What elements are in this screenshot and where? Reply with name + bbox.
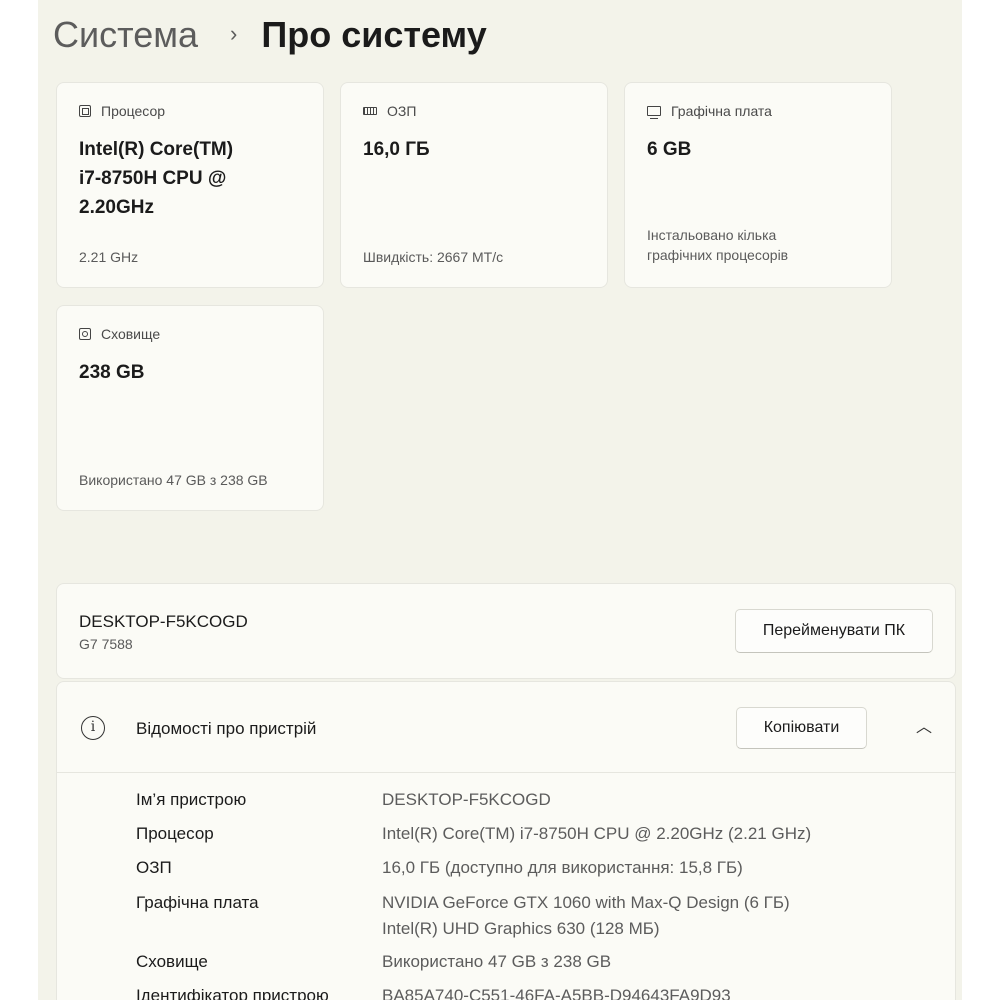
breadcrumb-separator-icon: › <box>230 21 238 46</box>
spec-label: Ім’я пристрою <box>136 790 247 809</box>
page-title: Про систему <box>261 14 487 55</box>
cpu-value-line: i7-8750H CPU @ <box>79 168 227 189</box>
pc-model: G7 7588 <box>79 636 133 652</box>
spec-label: Графічна плата <box>136 893 259 912</box>
spec-label: ОЗП <box>136 858 172 877</box>
ram-speed: Швидкість: 2667 МТ/с <box>363 249 504 265</box>
storage-label: Сховище <box>101 326 161 342</box>
device-specs-title: Відомості про пристрій <box>136 719 317 738</box>
cpu-card: Процесор Intel(R) Core(TM) i7-8750H CPU … <box>56 82 324 288</box>
spec-value: DESKTOP-F5KCOGD <box>382 790 551 809</box>
spec-label: Процесор <box>136 824 214 843</box>
spec-value: BA85A740-C551-46FA-A5BB-D94643FA9D93 <box>382 986 731 1000</box>
device-specs-panel: i Відомості про пристрій Копіювати ︿ Ім’… <box>56 681 956 1000</box>
gpu-note-line: графічних процесорів <box>647 247 789 263</box>
storage-value: 238 GB <box>79 362 145 383</box>
cpu-icon <box>79 105 91 117</box>
chevron-up-icon[interactable]: ︿ <box>909 716 939 740</box>
cpu-speed: 2.21 GHz <box>79 249 139 265</box>
storage-usage: Використано 47 GB з 238 GB <box>79 472 268 488</box>
gpu-value: 6 GB <box>647 139 692 160</box>
gpu-label: Графічна плата <box>671 103 772 119</box>
spec-label: Ідентифікатор пристрою <box>136 986 329 1000</box>
spec-value: Intel(R) UHD Graphics 630 (128 МБ) <box>382 919 660 938</box>
gpu-note-line: Інстальовано кілька <box>647 227 777 243</box>
spec-value: 16,0 ГБ (доступно для використання: 15,8… <box>382 858 743 877</box>
info-icon: i <box>81 716 105 740</box>
copy-button[interactable]: Копіювати <box>736 707 867 749</box>
ram-label: ОЗП <box>387 103 417 119</box>
cpu-label: Процесор <box>101 103 166 119</box>
breadcrumb: Система › Про систему <box>53 12 487 63</box>
pc-name: DESKTOP-F5KCOGD <box>79 612 248 631</box>
cpu-value-line: 2.20GHz <box>79 197 154 218</box>
spec-value: NVIDIA GeForce GTX 1060 with Max-Q Desig… <box>382 893 790 912</box>
gpu-note: Інстальовано кілька графічних процесорів <box>647 225 847 265</box>
ram-card: ОЗП 16,0 ГБ Швидкість: 2667 МТ/с <box>340 82 608 288</box>
spec-value: Використано 47 GB з 238 GB <box>382 952 612 971</box>
cpu-value-line: Intel(R) Core(TM) <box>79 139 234 160</box>
device-specs-header[interactable]: i Відомості про пристрій Копіювати ︿ <box>57 682 955 773</box>
cpu-value: Intel(R) Core(TM) i7-8750H CPU @ 2.20GHz <box>79 135 309 222</box>
spec-label: Сховище <box>136 952 208 971</box>
ram-value: 16,0 ГБ <box>363 139 430 160</box>
spec-value: Intel(R) Core(TM) i7-8750H CPU @ 2.20GHz… <box>382 824 812 843</box>
gpu-icon <box>647 106 661 119</box>
rename-pc-button[interactable]: Перейменувати ПК <box>735 609 933 653</box>
storage-icon <box>79 328 91 340</box>
pc-name-card: DESKTOP-F5KCOGD G7 7588 Перейменувати ПК <box>56 583 956 679</box>
ram-icon <box>363 107 377 115</box>
settings-window: Система › Про систему Процесор Intel(R) … <box>38 0 962 1000</box>
breadcrumb-parent[interactable]: Система <box>53 14 198 55</box>
gpu-card: Графічна плата 6 GB Інстальовано кілька … <box>624 82 892 288</box>
storage-card: Сховище 238 GB Використано 47 GB з 238 G… <box>56 305 324 511</box>
